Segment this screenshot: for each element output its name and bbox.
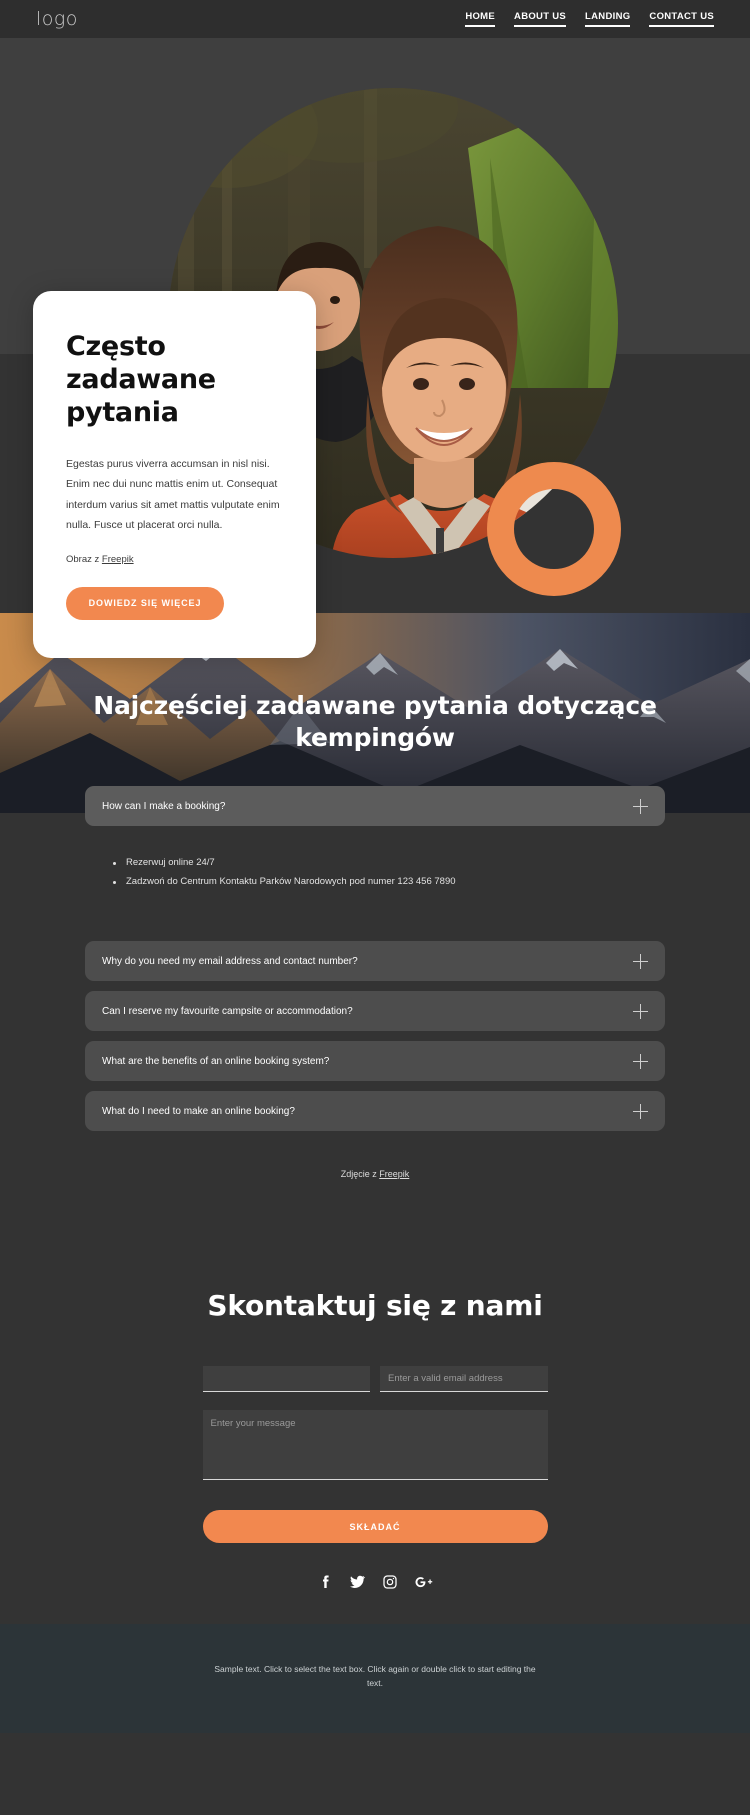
hero-card-credit: Obraz z Freepik: [66, 554, 283, 565]
site-header: logo HOME ABOUT US LANDING CONTACT US: [0, 0, 750, 38]
faq-accordion: How can I make a booking? Rezerwuj onlin…: [85, 786, 665, 1132]
nav-item-home[interactable]: HOME: [465, 11, 496, 27]
hero-card-credit-prefix: Obraz z: [66, 553, 102, 565]
facebook-icon[interactable]: [317, 1574, 333, 1590]
form-row-top: [202, 1366, 548, 1393]
plus-icon[interactable]: [633, 1103, 648, 1119]
instagram-icon[interactable]: [382, 1574, 398, 1590]
name-input[interactable]: [202, 1366, 370, 1393]
accordion-question-4: What are the benefits of an online booki…: [102, 1055, 330, 1067]
accordion-item-3[interactable]: Can I reserve my favourite campsite or a…: [85, 991, 665, 1032]
landing-page: logo HOME ABOUT US LANDING CONTACT US Cz…: [0, 0, 750, 1733]
accordion-item-2[interactable]: Why do you need my email address and con…: [85, 941, 665, 982]
main-navigation: HOME ABOUT US LANDING CONTACT US: [465, 11, 714, 27]
accordion-spacer: [85, 913, 665, 941]
contact-title: Skontaktuj się z nami: [207, 1289, 543, 1323]
plus-icon[interactable]: [633, 1003, 648, 1019]
nav-item-about-us[interactable]: ABOUT US: [514, 11, 567, 27]
accordion-question-3: Can I reserve my favourite campsite or a…: [102, 1005, 353, 1017]
social-links: [0, 1543, 750, 1624]
orange-ring-decoration: [487, 462, 621, 596]
hero-faq-card: Często zadawane pytania Egestas purus vi…: [33, 291, 316, 658]
plus-icon[interactable]: [633, 953, 648, 969]
answer-bullet: Zadzwoń do Centrum Kontaktu Parków Narod…: [113, 873, 665, 892]
email-input[interactable]: [380, 1366, 548, 1393]
nav-item-landing[interactable]: LANDING: [585, 11, 631, 27]
accordion-answer-1: Rezerwuj online 24/7 Zadzwoń do Centrum …: [85, 836, 665, 913]
accordion-question-1: How can I make a booking?: [102, 800, 226, 812]
accordion-question-2: Why do you need my email address and con…: [102, 955, 358, 967]
faq-credit-link[interactable]: Freepik: [379, 1169, 409, 1179]
faq-section: Najczęściej zadawane pytania dotyczące k…: [0, 613, 750, 1220]
nav-item-contact-us[interactable]: CONTACT US: [649, 11, 714, 27]
logo[interactable]: logo: [36, 8, 78, 30]
hero-card-credit-link[interactable]: Freepik: [102, 554, 134, 565]
plus-icon[interactable]: [633, 1053, 648, 1069]
plus-icon[interactable]: [633, 798, 648, 814]
contact-section: Skontaktuj się z nami SKŁADAĆ: [0, 1219, 750, 1625]
accordion-item-4[interactable]: What are the benefits of an online booki…: [85, 1041, 665, 1082]
contact-form: SKŁADAĆ: [202, 1366, 548, 1544]
twitter-icon[interactable]: [349, 1573, 366, 1590]
hero-card-title: Często zadawane pytania: [66, 331, 216, 428]
hero-card-body: Egestas purus viverra accumsan in nisl n…: [66, 457, 280, 532]
learn-more-button[interactable]: DOWIEDZ SIĘ WIĘCEJ: [66, 586, 224, 620]
faq-photo-credit: Zdjęcie z Freepik: [0, 1169, 750, 1179]
accordion-item-1[interactable]: How can I make a booking?: [85, 786, 665, 826]
site-footer: Sample text. Click to select the text bo…: [0, 1624, 750, 1733]
submit-button[interactable]: SKŁADAĆ: [202, 1510, 548, 1544]
google-plus-icon[interactable]: [414, 1574, 433, 1590]
answer-bullet: Rezerwuj online 24/7: [113, 854, 665, 873]
accordion-item-5[interactable]: What do I need to make an online booking…: [85, 1091, 665, 1132]
message-textarea[interactable]: [202, 1410, 548, 1481]
faq-credit-prefix: Zdjęcie z: [340, 1169, 380, 1180]
accordion-question-5: What do I need to make an online booking…: [102, 1105, 295, 1117]
hero-section: Często zadawane pytania Egestas purus vi…: [0, 38, 750, 658]
footer-text: Sample text. Click to select the text bo…: [214, 1664, 536, 1689]
